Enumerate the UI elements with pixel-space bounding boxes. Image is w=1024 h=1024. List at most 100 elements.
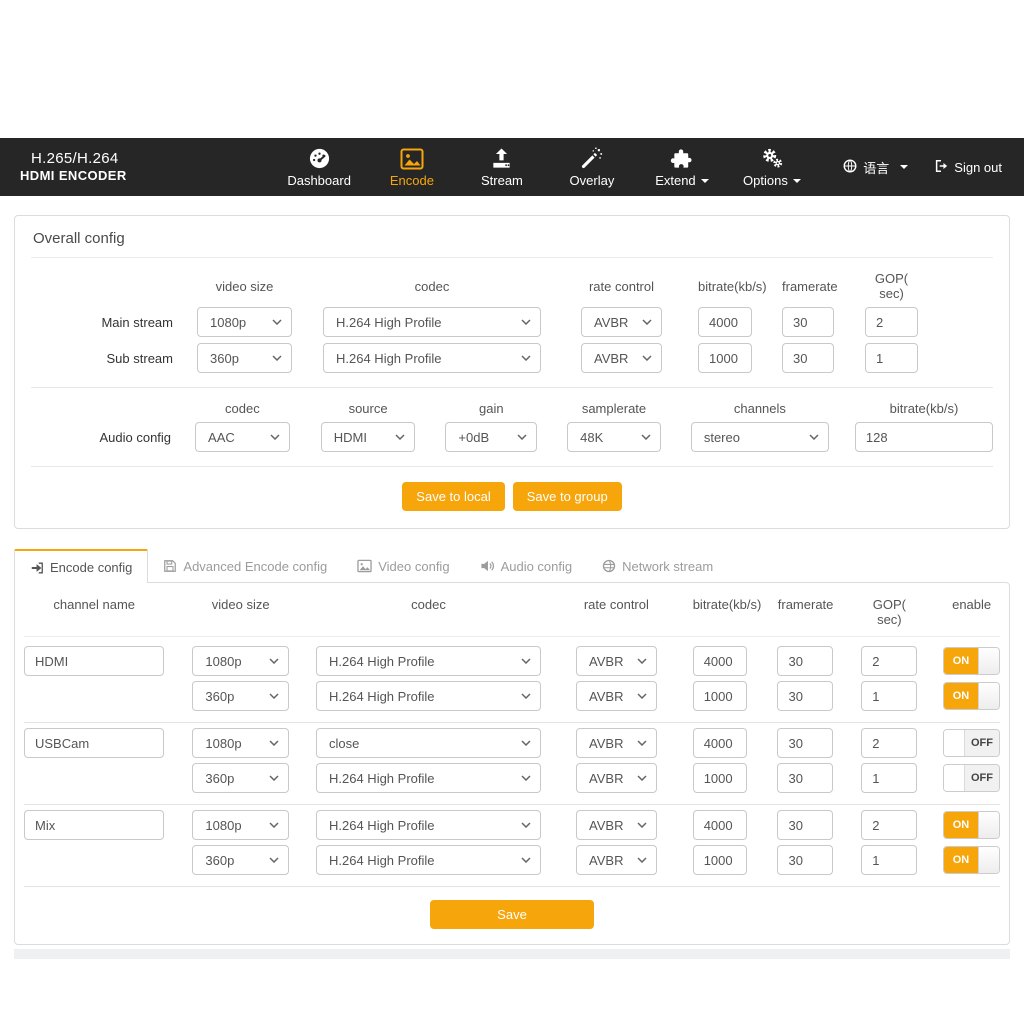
audio-gain-select[interactable]: +0dB	[445, 422, 537, 452]
toggle-state-label: OFF	[965, 730, 999, 756]
table-header-row: channel name video size codec rate contr…	[24, 591, 1000, 637]
save-to-local-button[interactable]: Save to local	[402, 482, 504, 511]
toggle-state-label: ON	[944, 812, 978, 838]
sub-stream-row: Sub stream 360p H.264 High Profile AVBR	[31, 343, 993, 373]
signout-button[interactable]: Sign out	[934, 159, 1002, 176]
video-size-select[interactable]: 1080p	[192, 646, 289, 676]
sub-rate-control-select[interactable]: AVBR	[581, 343, 662, 373]
video-size-select[interactable]: 360p	[192, 681, 289, 711]
bitrate-input[interactable]	[693, 681, 748, 711]
rate-control-select[interactable]: AVBR	[576, 810, 657, 840]
main-framerate-input[interactable]	[782, 307, 834, 337]
tab-audio-config[interactable]: Audio config	[465, 549, 588, 582]
tab-video-config[interactable]: Video config	[342, 549, 464, 582]
enable-toggle[interactable]: ON	[943, 647, 1000, 675]
channel-name-input[interactable]	[24, 810, 164, 840]
toggle-state-label: ON	[944, 847, 978, 873]
nav-stream[interactable]: Stream	[473, 146, 531, 188]
header-video-size: video size	[197, 279, 292, 294]
bitrate-input[interactable]	[693, 763, 748, 793]
codec-select[interactable]: H.264 High Profile	[316, 646, 541, 676]
language-menu[interactable]: 语言	[843, 158, 908, 177]
rate-control-select[interactable]: AVBR	[576, 763, 657, 793]
rate-control-select[interactable]: AVBR	[576, 681, 657, 711]
audio-channels-select[interactable]: stereo	[691, 422, 829, 452]
nav-extend[interactable]: Extend	[653, 146, 711, 188]
chevron-down-icon	[637, 658, 647, 664]
tab-network-stream[interactable]: Network stream	[587, 549, 728, 582]
tab-label: Encode config	[50, 560, 132, 575]
main-codec-select[interactable]: H.264 High Profile	[323, 307, 541, 337]
divider	[31, 466, 993, 467]
bitrate-input[interactable]	[693, 646, 748, 676]
header-bitrate: bitrate(kb/s)	[693, 597, 748, 627]
gop-input[interactable]	[861, 763, 917, 793]
main-bitrate-input[interactable]	[698, 307, 752, 337]
save-button[interactable]: Save	[430, 900, 594, 929]
codec-select[interactable]: H.264 High Profile	[316, 681, 541, 711]
video-size-select[interactable]: 360p	[192, 763, 289, 793]
enable-toggle[interactable]: ON	[943, 846, 1000, 874]
divider	[24, 804, 1000, 805]
nav-overlay[interactable]: Overlay	[563, 146, 621, 188]
main-rate-control-select[interactable]: AVBR	[581, 307, 662, 337]
gop-input[interactable]	[861, 681, 917, 711]
main-gop-input[interactable]	[865, 307, 918, 337]
framerate-input[interactable]	[777, 681, 833, 711]
audio-samplerate-select[interactable]: 48K	[567, 422, 661, 452]
audio-bitrate-input[interactable]	[855, 422, 993, 452]
gop-input[interactable]	[861, 810, 917, 840]
enable-toggle[interactable]: OFF	[943, 729, 1000, 757]
nav-options[interactable]: Options	[743, 146, 801, 188]
video-size-select[interactable]: 1080p	[192, 728, 289, 758]
gop-input[interactable]	[861, 646, 917, 676]
nav-dashboard[interactable]: Dashboard	[287, 146, 351, 188]
nav-dashboard-label: Dashboard	[287, 173, 351, 188]
framerate-input[interactable]	[777, 728, 833, 758]
enable-toggle[interactable]: ON	[943, 682, 1000, 710]
nav-encode[interactable]: Encode	[383, 146, 441, 188]
audio-codec-select[interactable]: AAC	[195, 422, 290, 452]
sub-framerate-input[interactable]	[782, 343, 834, 373]
tab-encode-config[interactable]: Encode config	[14, 549, 148, 583]
bitrate-input[interactable]	[693, 728, 748, 758]
channel-name-input[interactable]	[24, 646, 164, 676]
sub-bitrate-input[interactable]	[698, 343, 752, 373]
gop-input[interactable]	[861, 845, 917, 875]
save-to-group-button[interactable]: Save to group	[513, 482, 622, 511]
nav-stream-label: Stream	[481, 173, 523, 188]
rate-control-select[interactable]: AVBR	[576, 728, 657, 758]
rate-control-select[interactable]: AVBR	[576, 646, 657, 676]
header-video-size: video size	[192, 597, 289, 627]
video-size-select[interactable]: 1080p	[192, 810, 289, 840]
bitrate-input[interactable]	[693, 845, 748, 875]
enable-toggle[interactable]: OFF	[943, 764, 1000, 792]
codec-select[interactable]: H.264 High Profile	[316, 810, 541, 840]
header-audio-samplerate: samplerate	[567, 401, 661, 416]
codec-select[interactable]: close	[316, 728, 541, 758]
audio-source-select[interactable]: HDMI	[321, 422, 416, 452]
sub-video-size-select[interactable]: 360p	[197, 343, 292, 373]
codec-select[interactable]: H.264 High Profile	[316, 845, 541, 875]
tab-label: Audio config	[501, 559, 573, 574]
framerate-input[interactable]	[777, 763, 833, 793]
framerate-input[interactable]	[777, 810, 833, 840]
channel-name-input[interactable]	[24, 728, 164, 758]
framerate-input[interactable]	[777, 646, 833, 676]
sub-gop-input[interactable]	[865, 343, 918, 373]
enable-toggle[interactable]: ON	[943, 811, 1000, 839]
gop-input[interactable]	[861, 728, 917, 758]
tab-advanced-encode-config[interactable]: Advanced Encode config	[148, 549, 342, 582]
sub-codec-select[interactable]: H.264 High Profile	[323, 343, 541, 373]
codec-select[interactable]: H.264 High Profile	[316, 763, 541, 793]
rate-control-select[interactable]: AVBR	[576, 845, 657, 875]
chevron-down-icon	[521, 822, 531, 828]
chevron-down-icon	[637, 857, 647, 863]
brand-logo[interactable]: H.265/H.264 HDMI ENCODER	[20, 149, 245, 185]
brand-line1: H.265/H.264	[20, 149, 245, 169]
bitrate-input[interactable]	[693, 810, 748, 840]
framerate-input[interactable]	[777, 845, 833, 875]
main-video-size-select[interactable]: 1080p	[197, 307, 292, 337]
toggle-knob	[944, 765, 965, 791]
video-size-select[interactable]: 360p	[192, 845, 289, 875]
